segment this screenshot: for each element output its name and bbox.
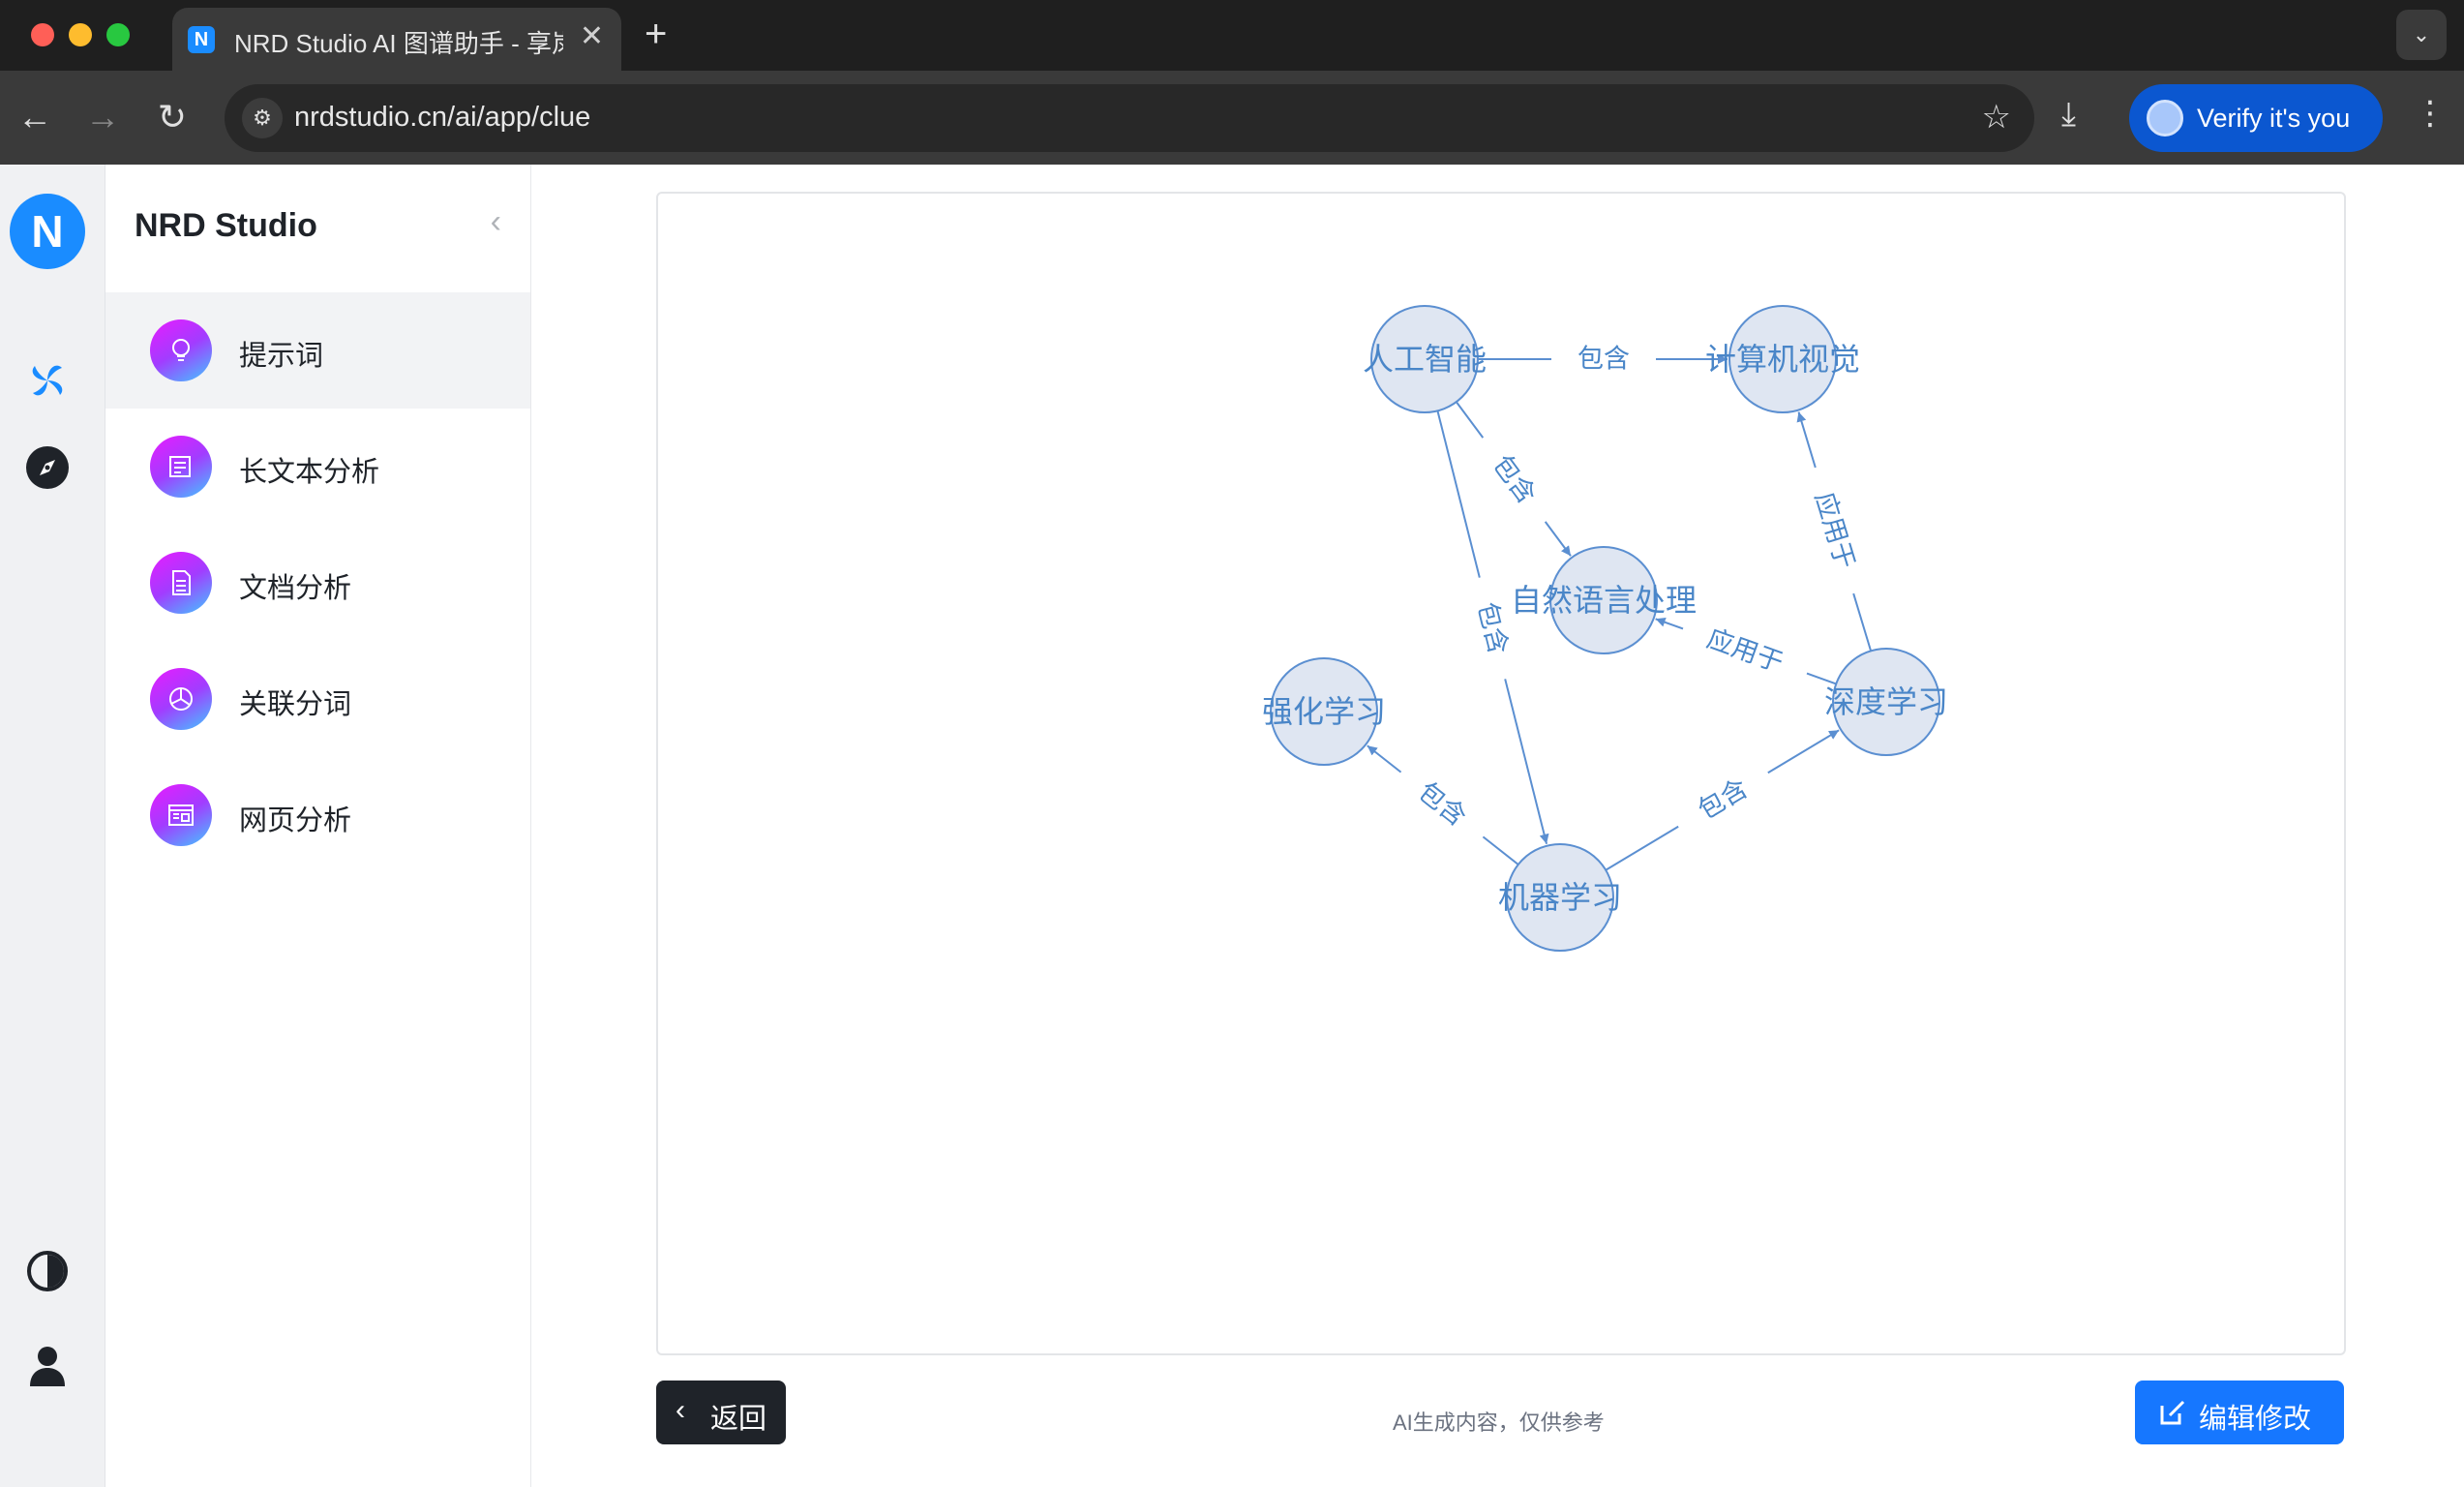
sidebar-panel: NRD Studio ‹ 提示词 长文本分析 文档分析 关联分词 网页分析 (105, 165, 532, 1487)
edit-icon (2158, 1398, 2187, 1432)
graph-edge-label: 包含 (1412, 776, 1472, 833)
sidebar-item-document-analysis[interactable]: 文档分析 (105, 525, 530, 641)
verify-label: Verify it's you (2197, 104, 2351, 133)
main-content: 包含 包含 包含 应用于 应用于 包含 包含 人工智能 计算机视觉 自然语言处理 强化学习 机器学习… (531, 165, 2464, 1487)
web-page-icon (150, 784, 212, 846)
graph-edge-line (1455, 401, 1485, 439)
forward-arrow-icon[interactable]: → (81, 96, 124, 138)
tab-search-chevron-icon[interactable]: ⌄ (2396, 10, 2447, 60)
nrd-logo-icon[interactable]: N (10, 194, 85, 269)
chevron-left-icon: ‹ (676, 1394, 685, 1426)
download-icon[interactable]: ⤓ (2061, 96, 2076, 134)
knowledge-graph[interactable]: 包含包含包含应用于应用于包含 包含 人工智能 计算机视觉自然语言处理强化学习机器学习… (658, 194, 2344, 1353)
more-menu-icon[interactable]: ⋮ (2414, 94, 2447, 133)
browser-tab-bar: N NRD Studio AI 图谱助手 - 享岚 ✕ + ⌄ (0, 0, 2464, 71)
reload-icon[interactable]: ↻ (151, 96, 194, 138)
sidebar-item-label: 文档分析 (239, 573, 352, 604)
user-icon[interactable] (21, 1340, 74, 1392)
graph-edge-arrow (1796, 411, 1817, 469)
lightbulb-icon (150, 319, 212, 381)
graph-node-label: 深度学习 (1824, 683, 1948, 720)
collapse-sidebar-icon[interactable]: ‹ (491, 203, 501, 241)
back-button[interactable]: ‹ 返回 (656, 1381, 786, 1444)
file-icon (150, 552, 212, 614)
graph-edge-arrow (1655, 617, 1684, 630)
ai-disclaimer: AI生成内容，仅供参考 (1393, 1411, 1605, 1435)
sidebar-item-label: 提示词 (239, 341, 324, 372)
graph-node-label: 机器学习 (1498, 879, 1622, 916)
compass-icon[interactable] (21, 441, 74, 494)
icon-rail: N (0, 165, 105, 1487)
document-edit-icon (150, 436, 212, 498)
graph-edge-arrow (1367, 744, 1402, 774)
sidebar-title: NRD Studio (135, 207, 317, 244)
sidebar-item-prompts[interactable]: 提示词 (105, 292, 530, 409)
verify-profile-button[interactable]: Verify it's you (2129, 84, 2383, 152)
graph-edge-line (1482, 835, 1519, 865)
edit-label: 编辑修改 (2199, 1404, 2312, 1435)
graph-edge-arrow (1504, 679, 1549, 844)
sidebar-item-long-text-analysis[interactable]: 长文本分析 (105, 409, 530, 525)
back-label: 返回 (710, 1404, 767, 1435)
browser-tab[interactable]: N NRD Studio AI 图谱助手 - 享岚 ✕ (172, 8, 621, 71)
pie-chart-icon (150, 668, 212, 730)
url-text[interactable]: nrdstudio.cn/ai/app/clue (294, 102, 590, 134)
graph-edge-label: 应用于 (1809, 489, 1860, 573)
sidebar-item-label: 网页分析 (239, 805, 352, 836)
nrd-favicon-icon: N (188, 26, 215, 53)
graph-edge-line (1436, 410, 1481, 578)
sidebar-item-web-analysis[interactable]: 网页分析 (105, 757, 530, 873)
bookmark-star-icon[interactable]: ☆ (1982, 98, 2011, 137)
theme-toggle-icon[interactable] (21, 1245, 74, 1297)
graph-node-label: 人工智能 (1363, 341, 1487, 378)
address-bar[interactable]: ⚙ nrdstudio.cn/ai/app/clue ☆ (225, 84, 2034, 152)
graph-node-label: 强化学习 (1262, 693, 1386, 730)
graph-edge-label: 应用于 (1703, 623, 1788, 679)
graph-edge-arrow (1767, 729, 1840, 774)
site-settings-icon[interactable]: ⚙ (242, 98, 283, 138)
tab-title: NRD Studio AI 图谱助手 - 享岚 (234, 29, 563, 58)
back-arrow-icon[interactable]: ← (14, 96, 56, 138)
graph-node-label: 自然语言处理 (1511, 582, 1697, 619)
graph-node-label: 计算机视觉 (1705, 341, 1860, 378)
window-maximize-button[interactable] (106, 23, 130, 46)
sidebar-item-label: 关联分词 (239, 689, 352, 720)
graph-edge-label: 包含 (1578, 345, 1630, 375)
window-minimize-button[interactable] (69, 23, 92, 46)
profile-avatar-icon (2147, 100, 2183, 137)
edit-button[interactable]: 编辑修改 (2135, 1381, 2344, 1444)
graph-edge-label: 包含 (1487, 450, 1542, 510)
graph-edge-line (1852, 592, 1873, 652)
sidebar-item-label: 长文本分析 (239, 457, 380, 488)
window-close-button[interactable] (31, 23, 54, 46)
graph-edge-label: 包含 (1693, 774, 1753, 826)
graph-edge-line (1806, 672, 1837, 685)
pinwheel-icon[interactable] (21, 354, 74, 407)
sidebar-item-related-words[interactable]: 关联分词 (105, 641, 530, 757)
graph-edge-arrow (1544, 521, 1572, 557)
knowledge-graph-card: 包含 包含 包含 应用于 应用于 包含 包含 人工智能 计算机视觉 自然语言处理 强化学习 机器学习… (656, 192, 2346, 1355)
browser-toolbar: ← → ↻ ⚙ nrdstudio.cn/ai/app/clue ☆ ⤓ Ver… (0, 71, 2464, 165)
new-tab-button[interactable]: + (645, 12, 667, 56)
graph-edge-line (1605, 825, 1679, 871)
graph-edge-label: 包含 (1471, 599, 1513, 657)
tab-close-button[interactable]: ✕ (580, 19, 604, 53)
